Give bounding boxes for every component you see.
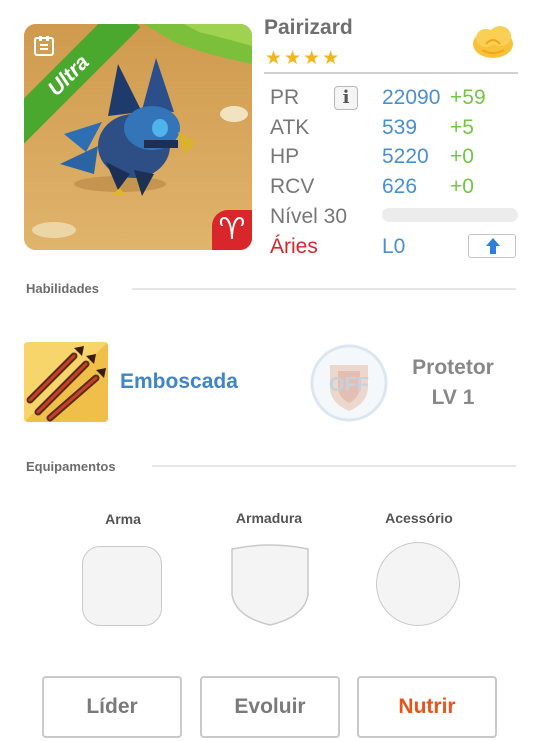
active-skill-name[interactable]: Emboscada bbox=[120, 370, 238, 394]
rarity-label: Ultra bbox=[43, 50, 94, 101]
stat-bonus-rcv: +0 bbox=[450, 175, 474, 198]
armor-slot[interactable] bbox=[230, 543, 310, 627]
arrow-up-icon bbox=[486, 238, 500, 254]
feed-button[interactable]: Nutrir bbox=[357, 676, 497, 738]
note-icon[interactable] bbox=[32, 34, 56, 58]
stat-value-atk: 539 bbox=[382, 116, 418, 139]
weapon-slot[interactable] bbox=[82, 546, 162, 626]
skills-divider bbox=[132, 288, 516, 290]
stat-value-hp: 5220 bbox=[382, 145, 429, 168]
leader-skill[interactable]: Protetor LV 1 bbox=[398, 353, 508, 413]
element-level: L0 bbox=[382, 235, 406, 258]
name-divider bbox=[264, 72, 518, 74]
element-label: Áries bbox=[270, 235, 318, 258]
shield-slot-shape bbox=[231, 544, 309, 626]
cloud-icon[interactable] bbox=[470, 22, 516, 62]
evolve-button[interactable]: Evoluir bbox=[200, 676, 340, 738]
leader-skill-name: Protetor bbox=[412, 356, 494, 379]
equipment-divider bbox=[152, 465, 516, 467]
stat-label-hp: HP bbox=[270, 145, 300, 168]
skills-section-title: Habilidades bbox=[26, 281, 99, 296]
monster-name: Pairizard bbox=[264, 16, 353, 39]
info-button[interactable]: i bbox=[334, 86, 358, 110]
armor-label: Armadura bbox=[235, 510, 303, 526]
upgrade-button[interactable] bbox=[468, 234, 516, 258]
level-label: Nível 30 bbox=[270, 205, 348, 228]
level-progress-bar bbox=[382, 208, 518, 222]
leader-button[interactable]: Líder bbox=[42, 676, 182, 738]
accessory-label: Acessório bbox=[385, 510, 453, 526]
stat-bonus-atk: +5 bbox=[450, 116, 474, 139]
off-label: OFF bbox=[329, 374, 369, 396]
arrows-icon bbox=[24, 342, 108, 422]
stat-label-pr: PR bbox=[270, 86, 300, 109]
active-skill-icon[interactable] bbox=[24, 342, 108, 422]
equipment-section-title: Equipamentos bbox=[26, 459, 116, 474]
aries-zodiac-icon: ♈ bbox=[212, 210, 252, 250]
star-rating: ★★★★ bbox=[265, 48, 342, 69]
leader-skill-level: LV 1 bbox=[431, 386, 475, 409]
weapon-label: Arma bbox=[105, 511, 141, 527]
accessory-slot[interactable] bbox=[376, 542, 460, 626]
stat-value-rcv: 626 bbox=[382, 175, 418, 198]
stat-label-rcv: RCV bbox=[270, 175, 315, 198]
stat-bonus-pr: +59 bbox=[450, 86, 486, 109]
stat-bonus-hp: +0 bbox=[450, 145, 474, 168]
leader-skill-off-icon: OFF bbox=[310, 344, 388, 422]
stat-value-pr: 22090 bbox=[382, 86, 441, 109]
stat-label-atk: ATK bbox=[270, 116, 310, 139]
monster-portrait[interactable]: Ultra ♈ bbox=[24, 24, 252, 250]
